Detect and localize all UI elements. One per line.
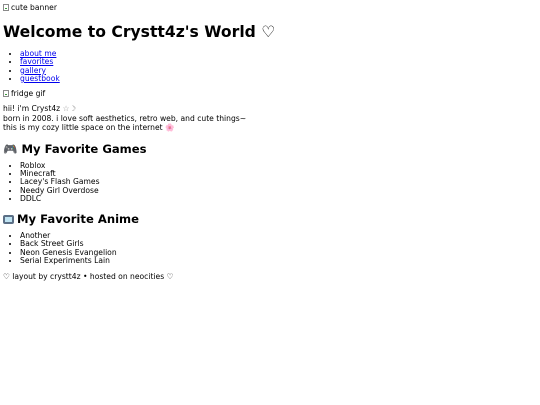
intro-line-2: born in 2008. i love soft aesthetics, re…	[3, 113, 247, 123]
page-content: cute banner Welcome to Crystt4z's World …	[3, 3, 537, 281]
nav-item-about: about me	[20, 49, 537, 58]
nav-item-guestbook: guestbook	[20, 74, 537, 83]
broken-image-icon	[3, 4, 9, 11]
nav-item-gallery: gallery	[20, 66, 537, 75]
nav-list: about me favorites gallery guestbook	[3, 49, 537, 83]
list-item: Serial Experiments Lain	[20, 256, 537, 265]
anime-list: Another Back Street Girls Neon Genesis E…	[3, 231, 537, 265]
cherry-blossom-icon: 🌸	[165, 123, 175, 133]
list-item: Another	[20, 231, 537, 240]
intro-line-1: hii! i'm Cryst4z ☆☽	[3, 104, 537, 114]
banner-image: cute banner	[3, 3, 57, 12]
page-title: Welcome to Crystt4z's World ♡	[3, 23, 276, 41]
games-list: Roblox Minecraft Lacey's Flash Games Nee…	[3, 161, 537, 203]
intro-text: hii! i'm Cryst4z ☆☽ born in 2008. i love…	[3, 104, 537, 133]
intro-line-3: this is my cozy little space on the inte…	[3, 123, 537, 133]
list-item: Roblox	[20, 161, 537, 170]
intro-greeting: hii! i'm Cryst4z	[3, 104, 61, 114]
games-heading: 🎮 My Favorite Games	[3, 141, 537, 157]
anime-heading: My Favorite Anime	[3, 211, 537, 227]
games-heading-text: My Favorite Games	[21, 141, 147, 156]
list-item: DDLC	[20, 194, 537, 203]
star-moon-icon: ☆☽	[62, 104, 77, 114]
nav-link-guestbook[interactable]: guestbook	[20, 74, 60, 83]
fridge-alt-text: fridge gif	[11, 89, 46, 99]
intro-cozy-text: this is my cozy little space on the inte…	[3, 123, 163, 133]
gamepad-icon: 🎮	[3, 141, 18, 156]
broken-image-icon	[3, 90, 9, 98]
footer: ♡ layout by crystt4z • hosted on neociti…	[3, 272, 174, 282]
nav-item-favorites: favorites	[20, 58, 537, 66]
fridge-image: fridge gif	[3, 89, 45, 98]
list-item: Needy Girl Overdose	[20, 186, 537, 195]
anime-heading-text: My Favorite Anime	[17, 212, 139, 227]
banner-alt-text: cute banner	[11, 3, 57, 12]
tv-icon	[3, 215, 14, 225]
